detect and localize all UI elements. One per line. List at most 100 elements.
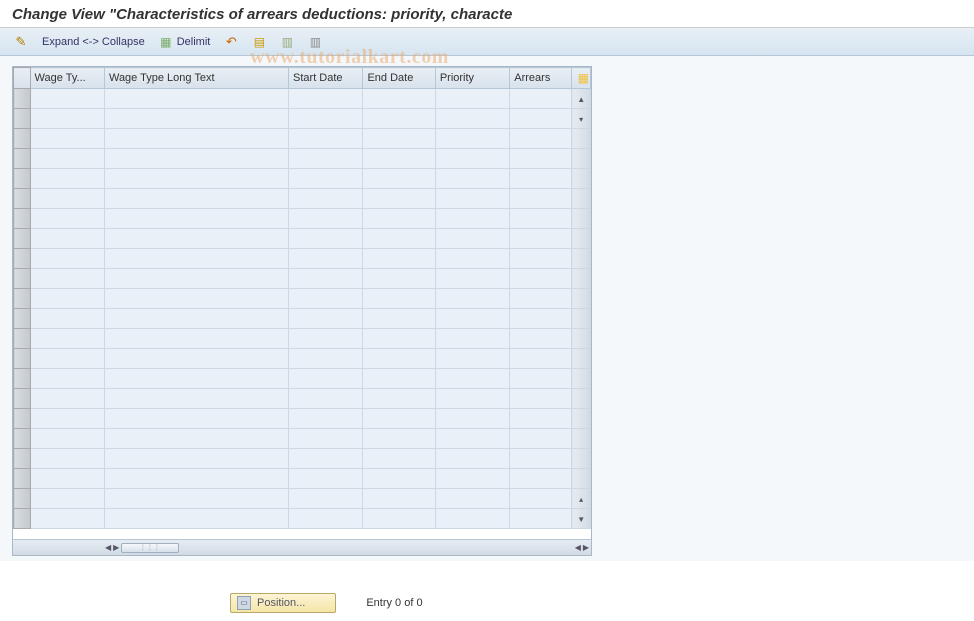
table-row[interactable]	[14, 289, 591, 309]
table-row[interactable]	[14, 189, 591, 209]
row-selector-cell[interactable]	[14, 309, 31, 329]
grid-cell[interactable]	[510, 389, 572, 409]
table-row[interactable]	[14, 329, 591, 349]
grid-cell[interactable]	[510, 369, 572, 389]
col-header-wage-type[interactable]: Wage Ty...	[30, 68, 104, 89]
row-selector-header[interactable]	[14, 68, 31, 89]
row-selector-cell[interactable]	[14, 449, 31, 469]
grid-cell[interactable]	[30, 129, 104, 149]
grid-cell[interactable]	[289, 229, 363, 249]
grid-cell[interactable]	[104, 169, 288, 189]
table-row[interactable]	[14, 269, 591, 289]
grid-cell[interactable]	[104, 89, 288, 109]
row-selector-cell[interactable]	[14, 149, 31, 169]
vertical-scrollbar-track[interactable]	[572, 329, 591, 349]
grid-cell[interactable]	[289, 109, 363, 129]
grid-cell[interactable]	[363, 449, 435, 469]
grid-cell[interactable]	[363, 269, 435, 289]
grid-cell[interactable]	[435, 349, 509, 369]
grid-cell[interactable]	[289, 189, 363, 209]
grid-cell[interactable]	[510, 149, 572, 169]
row-selector-cell[interactable]	[14, 329, 31, 349]
grid-cell[interactable]	[510, 129, 572, 149]
grid-cell[interactable]	[30, 389, 104, 409]
grid-cell[interactable]	[289, 309, 363, 329]
grid-cell[interactable]	[30, 329, 104, 349]
grid-cell[interactable]	[289, 349, 363, 369]
grid-cell[interactable]	[289, 509, 363, 529]
grid-cell[interactable]	[30, 289, 104, 309]
col-header-priority[interactable]: Priority	[435, 68, 509, 89]
grid-cell[interactable]	[104, 489, 288, 509]
grid-cell[interactable]	[30, 209, 104, 229]
grid-cell[interactable]	[435, 109, 509, 129]
grid-cell[interactable]	[289, 329, 363, 349]
grid-cell[interactable]	[510, 409, 572, 429]
grid-cell[interactable]	[510, 429, 572, 449]
grid-cell[interactable]	[510, 489, 572, 509]
grid-cell[interactable]	[104, 389, 288, 409]
grid-cell[interactable]	[289, 249, 363, 269]
grid-cell[interactable]	[363, 109, 435, 129]
grid-cell[interactable]	[104, 209, 288, 229]
table-row[interactable]	[14, 369, 591, 389]
grid-cell[interactable]	[30, 249, 104, 269]
vertical-scrollbar-track[interactable]	[572, 189, 591, 209]
grid-cell[interactable]	[363, 249, 435, 269]
row-selector-cell[interactable]	[14, 169, 31, 189]
grid-cell[interactable]	[30, 309, 104, 329]
vertical-scrollbar-track[interactable]	[572, 429, 591, 449]
grid-cell[interactable]	[104, 249, 288, 269]
grid-cell[interactable]	[363, 169, 435, 189]
grid-cell[interactable]	[435, 449, 509, 469]
grid-cell[interactable]	[510, 349, 572, 369]
row-selector-cell[interactable]	[14, 509, 31, 529]
grid-cell[interactable]	[510, 89, 572, 109]
grid-cell[interactable]	[510, 289, 572, 309]
vertical-scrollbar-top[interactable]: ▲	[572, 89, 591, 109]
table-row[interactable]: ▴	[14, 489, 591, 509]
grid-cell[interactable]	[510, 249, 572, 269]
scroll-up-arrow[interactable]: ▲	[577, 95, 585, 104]
horizontal-scrollbar[interactable]: ◀ ▶ ⋮⋮⋮ ◀ ▶	[13, 539, 591, 555]
grid-cell[interactable]	[435, 509, 509, 529]
grid-cell[interactable]	[510, 309, 572, 329]
row-selector-cell[interactable]	[14, 469, 31, 489]
grid-cell[interactable]	[30, 349, 104, 369]
grid-cell[interactable]	[30, 189, 104, 209]
grid-cell[interactable]	[104, 409, 288, 429]
row-selector-cell[interactable]	[14, 409, 31, 429]
grid-cell[interactable]	[30, 89, 104, 109]
grid-cell[interactable]	[289, 449, 363, 469]
horizontal-scroll-thumb[interactable]: ⋮⋮⋮	[121, 543, 179, 553]
row-selector-cell[interactable]	[14, 349, 31, 369]
grid-cell[interactable]	[104, 129, 288, 149]
grid-cell[interactable]	[435, 169, 509, 189]
vertical-scrollbar-bottom[interactable]: ▼	[572, 509, 591, 529]
grid-cell[interactable]	[104, 509, 288, 529]
scroll-left-arrow[interactable]: ◀	[105, 543, 111, 553]
col-header-start-date[interactable]: Start Date	[289, 68, 363, 89]
grid-cell[interactable]	[289, 429, 363, 449]
vertical-scrollbar-track[interactable]	[572, 149, 591, 169]
grid-cell[interactable]	[289, 129, 363, 149]
select-all-button[interactable]	[248, 34, 270, 50]
grid-cell[interactable]	[104, 309, 288, 329]
table-row[interactable]: ▼	[14, 509, 591, 529]
grid-cell[interactable]	[363, 189, 435, 209]
select-block-button[interactable]	[276, 34, 298, 50]
undo-button[interactable]	[220, 34, 242, 50]
scroll-right-arrow-2[interactable]: ▶	[583, 543, 589, 553]
table-row[interactable]	[14, 169, 591, 189]
grid-cell[interactable]	[435, 469, 509, 489]
col-header-end-date[interactable]: End Date	[363, 68, 435, 89]
grid-cell[interactable]	[435, 289, 509, 309]
grid-cell[interactable]	[435, 249, 509, 269]
grid-cell[interactable]	[435, 89, 509, 109]
grid-cell[interactable]	[363, 229, 435, 249]
row-selector-cell[interactable]	[14, 129, 31, 149]
grid-cell[interactable]	[363, 509, 435, 529]
grid-cell[interactable]	[289, 489, 363, 509]
grid-cell[interactable]	[363, 489, 435, 509]
table-row[interactable]	[14, 229, 591, 249]
